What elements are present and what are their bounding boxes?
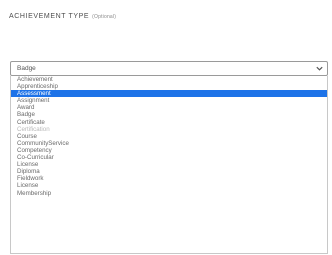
chevron-down-icon: [316, 66, 323, 71]
dropdown-option[interactable]: Membership: [11, 190, 327, 197]
dropdown-option[interactable]: Competency: [11, 147, 327, 154]
select-current-value: Badge: [17, 65, 36, 72]
dropdown-option[interactable]: Co-Curricular: [11, 154, 327, 161]
dropdown-option-highlighted[interactable]: Assessment: [11, 90, 327, 98]
dropdown-option[interactable]: Apprenticeship: [11, 83, 327, 90]
dropdown-option[interactable]: License: [11, 182, 327, 189]
dropdown-option[interactable]: Award: [11, 104, 327, 111]
dropdown-option[interactable]: Diploma: [11, 168, 327, 175]
achievement-type-label: ACHIEVEMENT TYPE (Optional): [9, 13, 116, 20]
dropdown-option[interactable]: Course: [11, 133, 327, 140]
achievement-type-dropdown-list: Achievement Apprenticeship Assessment As…: [10, 76, 328, 254]
dropdown-option[interactable]: Assignment: [11, 97, 327, 104]
achievement-type-select[interactable]: Badge: [10, 61, 328, 76]
dropdown-option[interactable]: Fieldwork: [11, 175, 327, 182]
dropdown-option[interactable]: Certificate: [11, 119, 327, 126]
optional-note: (Optional): [92, 14, 117, 20]
dropdown-option-disabled: Certification: [17, 125, 50, 133]
dropdown-option[interactable]: CommunityService: [11, 140, 327, 147]
field-label-text: ACHIEVEMENT TYPE: [9, 13, 90, 20]
dropdown-option[interactable]: Achievement: [11, 76, 327, 83]
dropdown-option[interactable]: License: [11, 161, 327, 168]
dropdown-option[interactable]: Badge: [11, 111, 327, 118]
